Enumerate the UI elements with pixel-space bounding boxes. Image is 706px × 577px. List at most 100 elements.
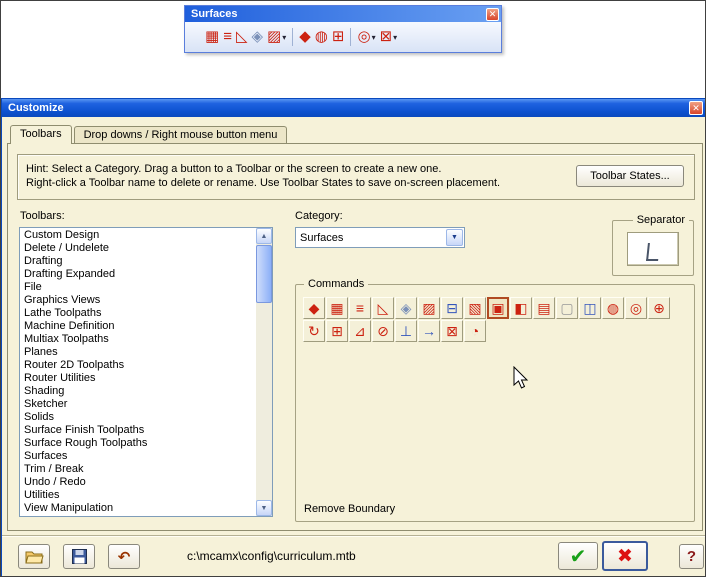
blend-surface-cmd-icon[interactable]: ◈ [395,297,417,319]
toolbar-states-button[interactable]: Toolbar States... [576,165,684,187]
sphere-primitive-cmd-icon[interactable]: ◍ [602,297,624,319]
toolbars-listbox[interactable]: Custom Design Delete / Undelete Drafting… [19,227,273,517]
toolbar-list-item[interactable]: Drafting [21,255,256,268]
draft-surface-cmd-icon[interactable]: ▦ [326,297,348,319]
fillet-surface-cmd-icon[interactable]: ▨ [418,297,440,319]
toolbar-list-item[interactable]: Solids [21,411,256,424]
scroll-down-icon[interactable]: ▼ [256,500,272,516]
green-check-icon: ✔ [569,545,587,568]
customize-dialog-title: Customize [8,102,64,114]
split-surface-cmd-icon[interactable]: ◧ [510,297,532,319]
toolbar-list-item[interactable]: Planes [21,346,256,359]
toolbar-list-item[interactable]: Trim / Break [21,463,256,476]
surface-grid-icon[interactable]: ▦ [203,25,221,49]
surfaces-floating-toolbar: Surfaces ✕ ▦ ≡ ◺ ◈ ▨ ▾ ◆ ◍ ⊞ ◎ ▾ ⊠ ▾ [184,5,502,53]
cancel-button[interactable]: ✖ [602,541,648,571]
toolbar-list-item[interactable]: File [21,281,256,294]
customize-dialog-titlebar[interactable]: Customize ✕ [2,99,705,117]
cylinder-primitive-cmd-icon[interactable]: ◎ [625,297,647,319]
untrim-surface-cmd-icon[interactable]: ▤ [533,297,555,319]
separator-icon [646,243,660,261]
surfaces-toolbar-close-icon[interactable]: ✕ [486,7,499,21]
toolbar-list-item[interactable]: View Manipulation [21,502,256,515]
tab-dropdowns-rmb-menu[interactable]: Drop downs / Right mouse button menu [73,126,288,143]
offset-surface-icon[interactable]: ◆ [297,25,313,49]
swept-surface-cmd-icon[interactable]: ◆ [303,297,325,319]
surfaces-toolbar-titlebar[interactable]: Surfaces ✕ [185,6,501,22]
push-surface-cmd-icon[interactable]: → [418,320,440,342]
commands-grid: ◆ ▦ ≡ ◺ ◈ ▨ ⊟ ▧ ▣ ◧ ▤ ▢ ◫ ◍ ◎ ⊕ ↻ ⊞ ⊿ ⊘ … [303,297,675,342]
box-primitive-cmd-icon[interactable]: ◫ [579,297,601,319]
open-file-button[interactable] [18,544,50,569]
toolbar-list-item[interactable]: Undo / Redo [21,476,256,489]
toolbar-list-item[interactable]: Surfaces [21,450,256,463]
revolved-surface-cmd-icon[interactable]: ↻ [303,320,325,342]
category-label: Category: [295,210,343,222]
trim-surface-cmd-icon[interactable]: ⊠ [441,320,463,342]
net-surface-icon[interactable]: ⊞ [330,25,347,49]
mouse-cursor [513,366,529,389]
undo-arrow-icon: ↶ [117,548,131,566]
unsplit-surface-cmd-icon[interactable]: ▢ [556,297,578,319]
help-button[interactable]: ? [679,544,704,569]
ok-button[interactable]: ✔ [558,542,598,570]
flat-boundary-cmd-icon[interactable]: ≡ [349,297,371,319]
fillet-plane-cmd-icon[interactable]: ◔ [464,320,486,342]
toolbar-list-item[interactable]: Surface Finish Toolpaths [21,424,256,437]
red-x-icon: ✖ [617,545,633,567]
blend-surface-icon[interactable]: ◈ [250,25,266,49]
separator-group: Separator [612,214,694,276]
category-combobox[interactable]: Surfaces ▼ [295,227,465,248]
toolbar-list-item[interactable]: Machine Definition [21,320,256,333]
customize-dialog-close-icon[interactable]: ✕ [689,101,703,115]
dropdown-arrow-icon[interactable]: ▾ [282,33,286,42]
hint-box: Hint: Select a Category. Drag a button t… [17,154,695,200]
toolbar-list-item[interactable]: Router 2D Toolpaths [21,359,256,372]
toolbar-list-item[interactable]: Graphics Views [21,294,256,307]
config-file-path: c:\mcamx\config\curriculum.mtb [187,549,356,563]
scrollbar-thumb[interactable] [256,245,272,303]
surfaces-toolbar-body: ▦ ≡ ◺ ◈ ▨ ▾ ◆ ◍ ⊞ ◎ ▾ ⊠ ▾ [185,22,501,52]
dialog-footer: ↶ c:\mcamx\config\curriculum.mtb ✔ ✖ ? [2,535,705,576]
toolbars-label: Toolbars: [20,210,65,222]
separator-drag-source[interactable] [627,232,679,266]
toolbar-list-item[interactable]: Custom Design [21,229,256,242]
net-surface-cmd-icon[interactable]: ⊞ [326,320,348,342]
toolbar-list-item[interactable]: Router Utilities [21,372,256,385]
swept-surface-icon[interactable]: ◍ [313,25,330,49]
toolbar-list-item[interactable]: Delete / Undelete [21,242,256,255]
cone-primitive-cmd-icon[interactable]: ⊕ [648,297,670,319]
primitive-surface-icon[interactable]: ◎ ▾ [355,25,377,49]
question-mark-icon: ? [686,548,697,565]
application-window: Surfaces ✕ ▦ ≡ ◺ ◈ ▨ ▾ ◆ ◍ ⊞ ◎ ▾ ⊠ ▾ Cus… [0,0,706,577]
ruled-surface-cmd-icon[interactable]: ◺ [372,297,394,319]
listbox-scrollbar[interactable]: ▲ ▼ [256,228,272,516]
combo-dropdown-icon[interactable]: ▼ [446,229,463,246]
remove-boundary-cmd-icon[interactable]: ▣ [487,297,509,319]
trim-surface-icon[interactable]: ⊠ ▾ [378,25,400,49]
undo-button[interactable]: ↶ [108,544,140,569]
flat-boundary-surface-icon[interactable]: ≡ [221,25,234,49]
extend-surface-cmd-icon[interactable]: ⊟ [441,297,463,319]
save-file-button[interactable] [63,544,95,569]
toolbar-list-item[interactable]: Multiax Toolpaths [21,333,256,346]
toolbars-list: Custom Design Delete / Undelete Drafting… [21,229,256,515]
dropdown-arrow-icon[interactable]: ▾ [393,33,397,42]
commands-group-label: Commands [304,278,369,290]
surfaces-toolbar-title: Surfaces [191,8,238,20]
loft-surface-cmd-icon[interactable]: ⊿ [349,320,371,342]
toolbar-list-item[interactable]: Sketcher [21,398,256,411]
toolbar-list-item[interactable]: Lathe Toolpaths [21,307,256,320]
fillet-surface-icon[interactable]: ▨ ▾ [265,25,288,49]
toolbar-list-item[interactable]: Surface Rough Toolpaths [21,437,256,450]
scroll-up-icon[interactable]: ▲ [256,228,272,244]
toolbar-list-item[interactable]: Shading [21,385,256,398]
extrude-surface-cmd-icon[interactable]: ⊥ [395,320,417,342]
toolbar-list-item[interactable]: Drafting Expanded [21,268,256,281]
offset-surface-cmd-icon[interactable]: ▧ [464,297,486,319]
dropdown-arrow-icon[interactable]: ▾ [372,33,376,42]
ruled-surface-icon[interactable]: ◺ [234,25,250,49]
toolbar-list-item[interactable]: Utilities [21,489,256,502]
delete-surface-cmd-icon[interactable]: ⊘ [372,320,394,342]
tab-toolbars[interactable]: Toolbars [10,125,72,144]
